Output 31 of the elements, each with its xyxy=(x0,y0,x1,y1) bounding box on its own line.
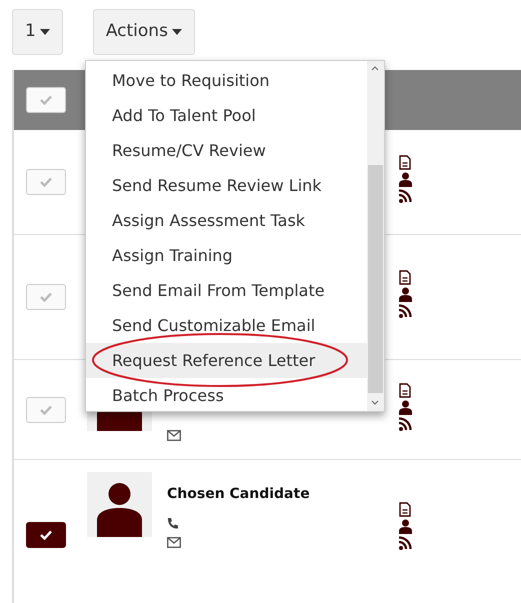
document-icon[interactable] xyxy=(399,270,411,285)
user-icon[interactable] xyxy=(399,518,412,534)
check-icon xyxy=(40,404,52,414)
page-size-button[interactable]: 1 xyxy=(12,9,63,55)
scroll-up-icon[interactable] xyxy=(371,66,379,71)
menu-item[interactable]: Batch Process xyxy=(86,378,367,411)
caret-icon xyxy=(172,28,182,36)
check-icon xyxy=(40,530,52,540)
rss-icon[interactable] xyxy=(399,536,412,550)
rss-icon[interactable] xyxy=(399,416,412,430)
document-icon[interactable] xyxy=(399,502,411,516)
user-icon[interactable] xyxy=(399,287,412,302)
document-icon[interactable] xyxy=(399,155,411,170)
checkbox[interactable] xyxy=(26,522,66,548)
check-icon xyxy=(40,292,52,302)
caret-icon xyxy=(40,28,50,36)
candidate-name[interactable]: Chosen Candidate xyxy=(167,484,399,505)
scroll-down-icon[interactable] xyxy=(371,400,379,405)
phone-icon[interactable] xyxy=(167,517,178,529)
mail-icon[interactable] xyxy=(167,537,181,548)
check-icon xyxy=(40,95,52,105)
rss-icon[interactable] xyxy=(399,189,412,203)
scrollbar[interactable] xyxy=(367,61,384,411)
user-icon[interactable] xyxy=(399,172,412,187)
actions-button[interactable]: Actions xyxy=(92,9,195,55)
document-icon[interactable] xyxy=(399,382,411,398)
check-icon xyxy=(40,177,52,187)
mail-icon[interactable] xyxy=(167,430,181,441)
user-icon[interactable] xyxy=(399,400,412,414)
rss-icon[interactable] xyxy=(399,304,412,318)
menu-item[interactable]: Request Reference Letter xyxy=(86,343,367,378)
